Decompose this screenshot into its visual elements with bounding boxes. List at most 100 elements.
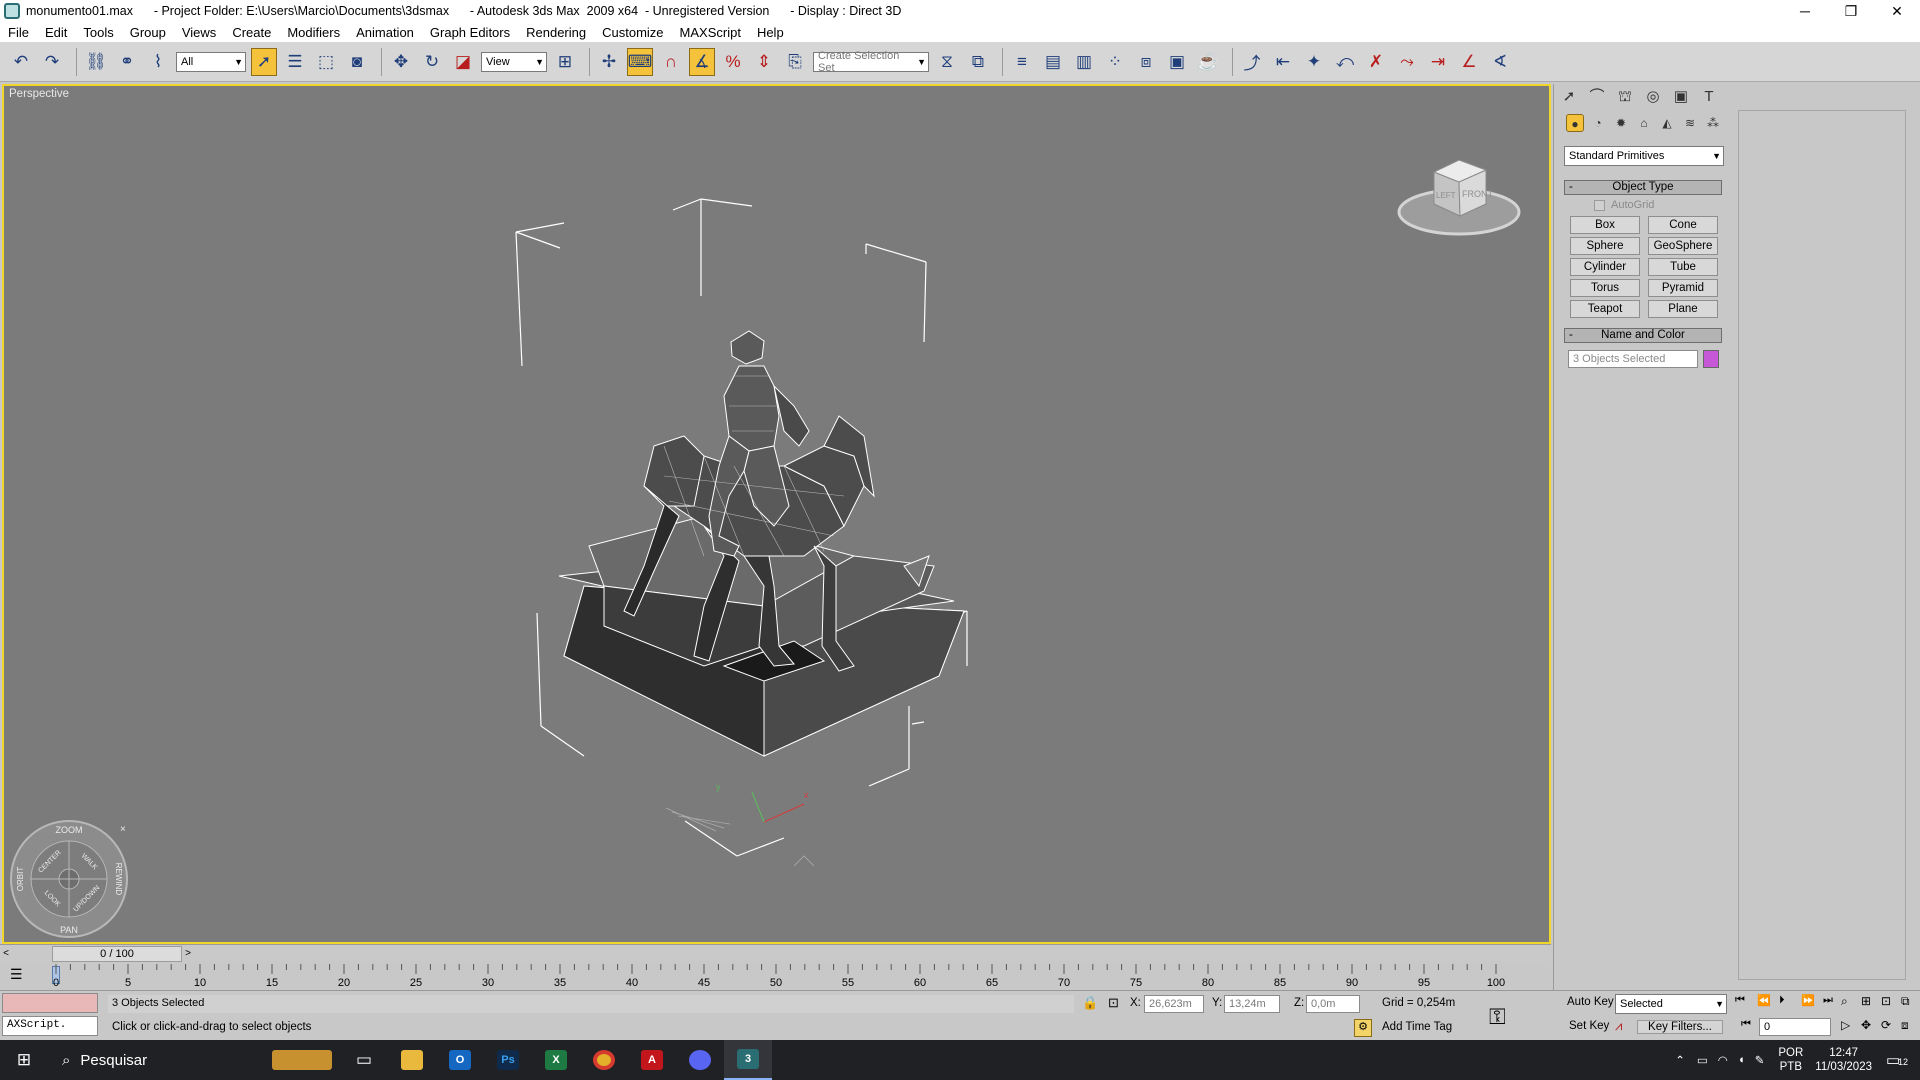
menu-edit[interactable]: Edit (45, 25, 67, 40)
pivot-center-icon[interactable]: ⊞ (552, 48, 578, 76)
script-tool-1-icon[interactable]: ⤴ (1239, 48, 1265, 76)
menu-customize[interactable]: Customize (602, 25, 663, 40)
task-view-icon[interactable]: ▭ (340, 1040, 388, 1080)
named-selection-set-dropdown[interactable]: Create Selection Set ▼ (813, 50, 929, 74)
taskbar-search[interactable]: ⌕ Pesquisar (48, 1040, 264, 1080)
zoom-extents-all-icon[interactable]: ⧉ (1901, 994, 1920, 1009)
mirror-icon[interactable]: ⧖ (934, 48, 960, 76)
pan-view-icon[interactable]: ✥ (1861, 1018, 1881, 1033)
wheel-zoom[interactable]: ZOOM (56, 825, 83, 835)
script-tool-8-icon[interactable]: ∠ (1456, 48, 1482, 76)
chrome-icon[interactable] (580, 1040, 628, 1080)
volume-icon[interactable]: ◖ (1738, 1054, 1745, 1066)
systems-icon[interactable]: ⁂ (1704, 114, 1722, 132)
material-editor-icon[interactable]: ⁘ (1102, 48, 1128, 76)
selection-lock-icon[interactable]: 🔒 (1082, 995, 1098, 1011)
select-and-move-icon[interactable]: ✥ (388, 48, 414, 76)
script-tool-9-icon[interactable]: ∢ (1487, 48, 1513, 76)
script-tool-3-icon[interactable]: ✦ (1301, 48, 1327, 76)
cone-button[interactable]: Cone (1648, 216, 1718, 234)
discord-icon[interactable] (676, 1040, 724, 1080)
sphere-button[interactable]: Sphere (1570, 237, 1640, 255)
minimize-button[interactable]: ─ (1782, 0, 1828, 22)
add-time-tag-button[interactable]: Add Time Tag (1382, 1021, 1452, 1033)
align-icon[interactable]: ⧉ (965, 48, 991, 76)
menu-file[interactable]: File (8, 25, 29, 40)
next-frame-icon[interactable]: ⏩ (1801, 994, 1823, 1007)
select-and-link-icon[interactable]: ⛓ (83, 48, 109, 76)
pyramid-button[interactable]: Pyramid (1648, 279, 1718, 297)
object-color-swatch[interactable] (1703, 350, 1719, 368)
absolute-mode-icon[interactable]: ⊡ (1108, 995, 1119, 1011)
redo-icon[interactable]: ↷ (39, 48, 65, 76)
select-by-name-icon[interactable]: ☰ (282, 48, 308, 76)
render-setup-icon[interactable]: ⧈ (1133, 48, 1159, 76)
cylinder-button[interactable]: Cylinder (1570, 258, 1640, 276)
object-name-field[interactable]: 3 Objects Selected (1568, 350, 1698, 368)
key-filters-button[interactable]: Key Filters... (1637, 1020, 1723, 1034)
wheel-orbit[interactable]: ORBIT (16, 867, 25, 892)
battery-icon[interactable]: ▭ (1697, 1053, 1708, 1067)
pen-icon[interactable]: ✎ (1755, 1053, 1765, 1067)
window-crossing-icon[interactable]: ◙ (344, 48, 370, 76)
geometry-icon[interactable]: ● (1566, 114, 1584, 132)
menu-rendering[interactable]: Rendering (526, 25, 586, 40)
edit-named-selection-icon[interactable]: ⎘ (782, 48, 808, 76)
render-production-icon[interactable]: ☕ (1195, 48, 1221, 76)
time-prev-icon[interactable]: < (0, 948, 12, 959)
excel-icon[interactable]: X (532, 1040, 580, 1080)
monument-wireframe-model[interactable]: x y (4, 86, 1549, 942)
viewcube[interactable]: LEFT FRONT (1394, 142, 1524, 242)
autocad-icon[interactable]: A (628, 1040, 676, 1080)
notifications-icon[interactable]: ▭ 12 (1886, 1051, 1920, 1069)
helpers-icon[interactable]: ◭ (1658, 114, 1676, 132)
x-coordinate-field[interactable]: 26,623m (1144, 995, 1204, 1013)
cameras-icon[interactable]: ⌂ (1635, 114, 1653, 132)
key-mode-toggle-icon[interactable]: ⏮ (1741, 1018, 1751, 1031)
taskbar-widget-icon[interactable] (264, 1040, 340, 1080)
time-next-icon[interactable]: > (182, 948, 194, 959)
bind-to-space-warp-icon[interactable]: ⌇ (145, 48, 171, 76)
play-icon[interactable]: ⏵ (1779, 994, 1801, 1007)
menu-animation[interactable]: Animation (356, 25, 414, 40)
wheel-rewind[interactable]: REWIND (114, 863, 123, 896)
z-coordinate-field[interactable]: 0,0m (1306, 995, 1360, 1013)
layer-manager-icon[interactable]: ≡ (1009, 48, 1035, 76)
viewcube-front-label[interactable]: FRONT (1462, 189, 1493, 199)
keyboard-shortcut-override-icon[interactable]: ⌨ (627, 47, 653, 76)
wifi-icon[interactable]: ◠ (1718, 1053, 1728, 1067)
select-object-icon[interactable]: ➚ (251, 47, 277, 76)
box-button[interactable]: Box (1570, 216, 1640, 234)
menu-maxscript[interactable]: MAXScript (680, 25, 741, 40)
maximize-button[interactable]: ❐ (1828, 0, 1874, 22)
script-tool-4-icon[interactable]: ⤺ (1332, 48, 1358, 76)
windows-start-icon[interactable]: ⊞ (0, 1040, 48, 1080)
create-tab-icon[interactable]: ➚ (1558, 86, 1580, 108)
file-explorer-icon[interactable] (388, 1040, 436, 1080)
y-coordinate-field[interactable]: 13,24m (1224, 995, 1280, 1013)
script-tool-6-icon[interactable]: ⤳ (1394, 48, 1420, 76)
plane-button[interactable]: Plane (1648, 300, 1718, 318)
3dsmax-app-icon[interactable] (4, 3, 20, 19)
zoom-extents-icon[interactable]: ⊡ (1881, 994, 1901, 1009)
select-and-rotate-icon[interactable]: ↻ (419, 48, 445, 76)
utilities-tab-icon[interactable]: T (1698, 86, 1720, 108)
wheel-pan[interactable]: PAN (60, 925, 78, 935)
menu-views[interactable]: Views (182, 25, 216, 40)
tray-expand-icon[interactable]: ⌃ (1675, 1053, 1685, 1067)
outlook-icon[interactable]: O (436, 1040, 484, 1080)
script-tool-5-icon[interactable]: ✗ (1363, 48, 1389, 76)
set-key-button[interactable]: Set Key (1569, 1020, 1609, 1032)
maxscript-mini-input[interactable]: AXScript. (2, 1016, 98, 1036)
track-bar[interactable]: ☰ 0 5 10 15 20 25 30 35 40 45 50 55 60 65 70 75 80 85 90 95… (0, 962, 1551, 990)
menu-tools[interactable]: Tools (83, 25, 113, 40)
tube-button[interactable]: Tube (1648, 258, 1718, 276)
modify-tab-icon[interactable]: ⌒ (1586, 86, 1608, 108)
snaps-toggle-icon[interactable]: ∩ (658, 48, 684, 76)
current-frame-field[interactable]: 0 (1759, 1018, 1831, 1036)
display-tab-icon[interactable]: ▣ (1670, 86, 1692, 108)
unlink-selection-icon[interactable]: ⚭ (114, 48, 140, 76)
torus-button[interactable]: Torus (1570, 279, 1640, 297)
wheel-close-icon[interactable]: × (120, 824, 126, 835)
schematic-view-icon[interactable]: ▥ (1071, 48, 1097, 76)
